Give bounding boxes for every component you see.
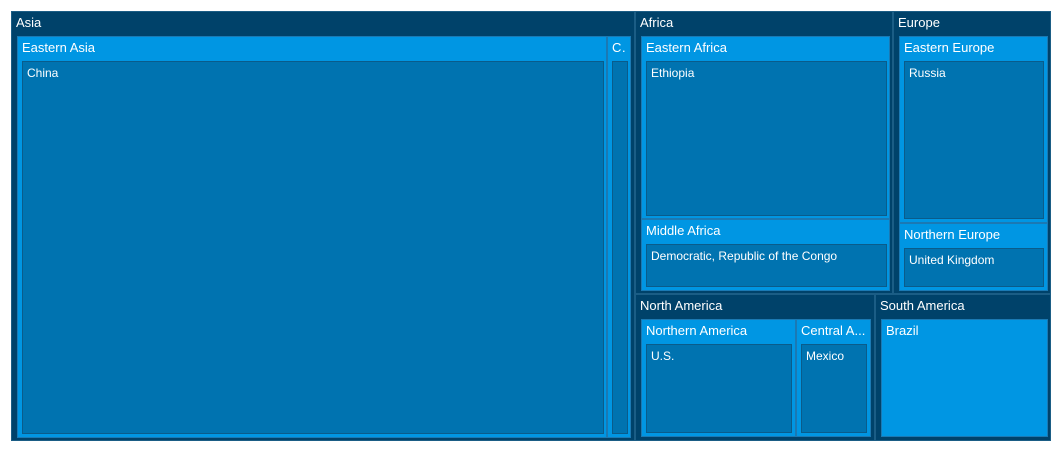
- leaf-label-mexico: Mexico: [806, 349, 845, 363]
- leaf-label-united-kingdom: United Kingdom: [909, 253, 995, 267]
- treemap-subgroup-middle-africa[interactable]: Middle Africa Democratic, Republic of th…: [641, 219, 890, 291]
- subgroup-label-middle-africa: Middle Africa: [646, 223, 721, 238]
- group-label-europe: Europe: [898, 15, 940, 30]
- subgroup-label-central-asia: C...: [612, 40, 627, 55]
- treemap-subgroup-eastern-asia[interactable]: Eastern Asia China: [17, 36, 607, 438]
- treemap-subgroup-central-america[interactable]: Central A... Mexico: [796, 319, 871, 437]
- leaf-label-russia: Russia: [909, 66, 946, 80]
- treemap-subgroup-northern-europe[interactable]: Northern Europe United Kingdom: [899, 223, 1048, 291]
- group-label-africa: Africa: [640, 15, 674, 30]
- treemap-group-south-america[interactable]: South America Brazil: [875, 294, 1051, 441]
- treemap-leaf-drc[interactable]: Democratic, Republic of the Congo: [646, 244, 887, 287]
- group-label-north-america: North America: [640, 298, 723, 313]
- leaf-label-brazil: Brazil: [886, 323, 919, 338]
- treemap-subgroup-eastern-europe[interactable]: Eastern Europe Russia: [899, 36, 1048, 223]
- treemap-group-asia[interactable]: Asia Eastern Asia China C...: [11, 11, 635, 441]
- treemap-leaf-central-asia[interactable]: [612, 61, 628, 434]
- treemap-leaf-china[interactable]: China: [22, 61, 604, 434]
- subgroup-label-eastern-asia: Eastern Asia: [22, 40, 95, 55]
- treemap-leaf-united-kingdom[interactable]: United Kingdom: [904, 248, 1044, 287]
- treemap-subgroup-northern-america[interactable]: Northern America U.S.: [641, 319, 796, 437]
- subgroup-label-northern-america: Northern America: [646, 323, 748, 338]
- treemap-leaf-us[interactable]: U.S.: [646, 344, 792, 433]
- treemap-chart: Asia Eastern Asia China C... Africa East…: [11, 11, 1051, 441]
- treemap-leaf-russia[interactable]: Russia: [904, 61, 1044, 219]
- subgroup-label-eastern-europe: Eastern Europe: [904, 40, 995, 55]
- treemap-leaf-ethiopia[interactable]: Ethiopia: [646, 61, 887, 216]
- treemap-group-north-america[interactable]: North America Northern America U.S. Cent…: [635, 294, 875, 441]
- treemap-leaf-brazil[interactable]: Brazil: [881, 319, 1048, 437]
- treemap-subgroup-eastern-africa[interactable]: Eastern Africa Ethiopia: [641, 36, 890, 219]
- treemap-group-africa[interactable]: Africa Eastern Africa Ethiopia Middle Af…: [635, 11, 893, 294]
- leaf-label-us: U.S.: [651, 349, 675, 363]
- subgroup-label-eastern-africa: Eastern Africa: [646, 40, 727, 55]
- leaf-label-drc: Democratic, Republic of the Congo: [651, 249, 838, 263]
- treemap-leaf-mexico[interactable]: Mexico: [801, 344, 867, 433]
- group-label-south-america: South America: [880, 298, 965, 313]
- treemap-group-europe[interactable]: Europe Eastern Europe Russia Northern Eu…: [893, 11, 1051, 294]
- subgroup-label-central-america: Central A...: [801, 323, 866, 338]
- leaf-label-china: China: [27, 66, 59, 80]
- subgroup-label-northern-europe: Northern Europe: [904, 227, 1001, 242]
- leaf-label-ethiopia: Ethiopia: [651, 66, 695, 80]
- group-label-asia: Asia: [16, 15, 42, 30]
- treemap-subgroup-central-asia[interactable]: C...: [607, 36, 631, 438]
